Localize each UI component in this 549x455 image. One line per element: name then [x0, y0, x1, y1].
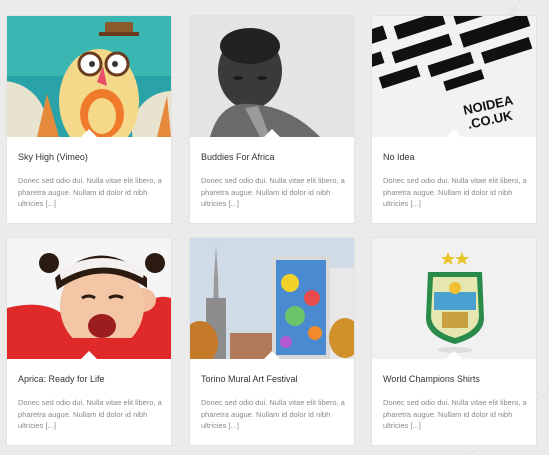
portfolio-title[interactable]: Aprica: Ready for Life [18, 374, 105, 384]
portfolio-card-no-idea[interactable]: NOIDEA .CO.UK No Idea Donec sed odio dui… [372, 16, 536, 223]
portfolio-card-buddies-for-africa[interactable]: Buddies For Africa Donec sed odio dui. N… [190, 16, 354, 223]
portfolio-title[interactable]: Sky High (Vimeo) [18, 152, 88, 162]
portfolio-excerpt: Donec sed odio dui. Nulla vitae elit lib… [383, 398, 527, 430]
portfolio-card-aprica[interactable]: Aprica: Ready for Life Donec sed odio du… [7, 238, 171, 445]
portfolio-excerpt: Donec sed odio dui. Nulla vitae elit lib… [383, 176, 527, 208]
portfolio-title[interactable]: Buddies For Africa [201, 152, 275, 162]
portfolio-thumbnail[interactable] [7, 238, 171, 359]
portfolio-thumbnail[interactable] [372, 238, 536, 359]
portfolio-excerpt: Donec sed odio dui. Nulla vitae elit lib… [201, 176, 345, 208]
portfolio-card-torino-mural[interactable]: Torino Mural Art Festival Donec sed odio… [190, 238, 354, 445]
portfolio-thumbnail[interactable] [7, 16, 171, 137]
portfolio-thumbnail[interactable] [190, 16, 354, 137]
portfolio-thumbnail[interactable] [190, 238, 354, 359]
portfolio-title[interactable]: Torino Mural Art Festival [201, 374, 298, 384]
portfolio-excerpt: Donec sed odio dui. Nulla vitae elit lib… [201, 398, 345, 430]
portfolio-excerpt: Donec sed odio dui. Nulla vitae elit lib… [18, 176, 162, 208]
portfolio-title[interactable]: World Champions Shirts [383, 374, 480, 384]
portfolio-card-world-champions[interactable]: World Champions Shirts Donec sed odio du… [372, 238, 536, 445]
portfolio-thumbnail[interactable]: NOIDEA .CO.UK [372, 16, 536, 137]
portfolio-card-sky-high[interactable]: Sky High (Vimeo) Donec sed odio dui. Nul… [7, 16, 171, 223]
portfolio-excerpt: Donec sed odio dui. Nulla vitae elit lib… [18, 398, 162, 430]
portfolio-title[interactable]: No Idea [383, 152, 415, 162]
